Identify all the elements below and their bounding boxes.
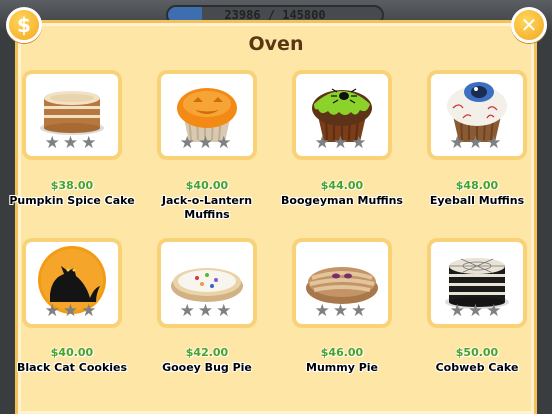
recipe-price: $46.00: [320, 346, 364, 359]
close-button[interactable]: ✕: [511, 7, 547, 43]
recipe-tile-eyeball-muffins[interactable]: ★★★: [427, 70, 527, 160]
coin-button[interactable]: $: [6, 7, 42, 43]
recipe-price: $44.00: [320, 179, 364, 192]
recipe-tile-jack-o-lantern-muffins[interactable]: ★★★: [157, 70, 257, 160]
recipe-price: $48.00: [455, 179, 499, 192]
recipe-name: Jack-o-Lantern Muffins: [161, 194, 253, 221]
star-rating: ★★★: [449, 301, 505, 321]
recipe-tile-boogeyman-muffins[interactable]: ★★★: [292, 70, 392, 160]
recipe-price: $50.00: [455, 346, 499, 359]
recipe-name: Eyeball Muffins: [429, 194, 525, 207]
recipe-tile-black-cat-cookies[interactable]: ★★★: [22, 238, 122, 328]
star-rating: ★★★: [449, 133, 505, 153]
recipe-tile-mummy-pie[interactable]: ★★★: [292, 238, 392, 328]
star-rating: ★★★: [314, 133, 370, 153]
close-icon: ✕: [520, 13, 538, 37]
recipe-price: $42.00: [185, 346, 229, 359]
recipe-tile-pumpkin-spice-cake[interactable]: ★★★: [22, 70, 122, 160]
dollar-icon: $: [17, 13, 31, 37]
recipe-name: Black Cat Cookies: [16, 361, 128, 374]
recipe-price: $40.00: [50, 346, 94, 359]
recipe-name: Boogeyman Muffins: [281, 194, 403, 207]
recipe-tile-cobweb-cake[interactable]: ★★★: [427, 238, 527, 328]
recipe-name: Mummy Pie: [306, 361, 378, 374]
recipe-name: Cobweb Cake: [435, 361, 519, 374]
star-rating: ★★★: [179, 301, 235, 321]
recipe-price: $38.00: [50, 179, 94, 192]
star-rating: ★★★: [314, 301, 370, 321]
star-rating: ★★★: [179, 133, 235, 153]
star-rating: ★★★: [44, 301, 100, 321]
recipe-price: $40.00: [185, 179, 229, 192]
recipe-name: Gooey Bug Pie: [162, 361, 252, 374]
recipe-name: Pumpkin Spice Cake: [9, 194, 135, 207]
star-rating: ★★★: [44, 133, 100, 153]
recipe-tile-gooey-bug-pie[interactable]: ★★★: [157, 238, 257, 328]
panel-title: Oven: [248, 33, 304, 55]
